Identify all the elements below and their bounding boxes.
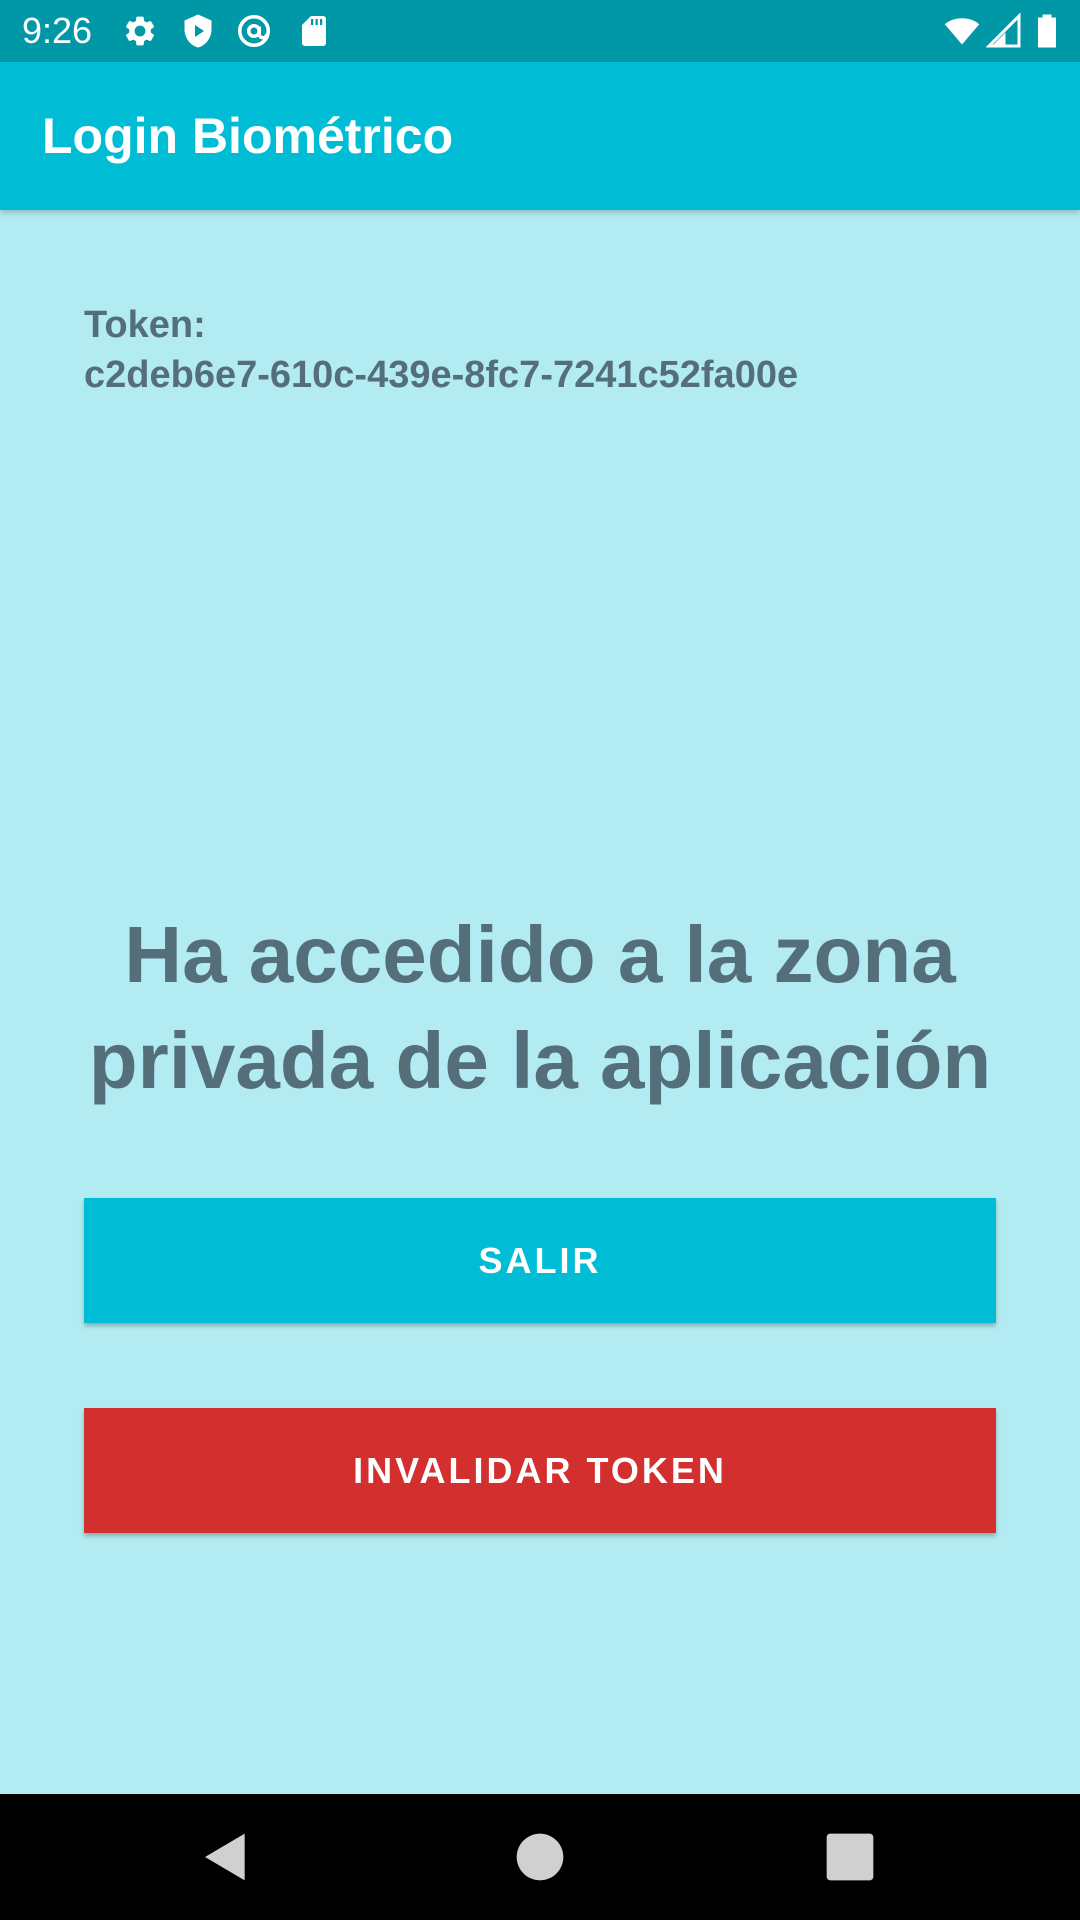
battery-icon [1038, 14, 1056, 48]
exit-button-label: SALIR [478, 1239, 602, 1281]
headline-text: Ha accedido a la zona privada de la apli… [88, 910, 992, 1105]
status-bar: 9:26 [0, 0, 1080, 62]
token-label: Token: [84, 304, 206, 346]
back-icon[interactable] [198, 1829, 254, 1885]
recents-icon[interactable] [822, 1829, 878, 1885]
app-title: Login Biométrico [42, 108, 454, 164]
exit-button[interactable]: SALIR [84, 1198, 996, 1323]
token-display: Token: c2deb6e7-610c-439e-8fc7-7241c52fa… [84, 300, 1014, 400]
cell-signal-icon [986, 13, 1021, 48]
shield-play-icon [184, 14, 212, 48]
app-bar: Login Biométrico [0, 62, 1080, 210]
at-sign-icon [237, 14, 271, 48]
wifi-icon [944, 18, 980, 45]
invalidate-token-button[interactable]: INVALIDAR TOKEN [84, 1408, 996, 1533]
invalidate-token-button-label: INVALIDAR TOKEN [353, 1449, 727, 1491]
home-icon[interactable] [512, 1829, 568, 1885]
token-value: c2deb6e7-610c-439e-8fc7-7241c52fa00e [84, 354, 799, 396]
navigation-bar [0, 1794, 1080, 1920]
status-time: 9:26 [22, 10, 93, 51]
gear-icon [125, 16, 155, 46]
sd-card-icon [302, 16, 326, 46]
